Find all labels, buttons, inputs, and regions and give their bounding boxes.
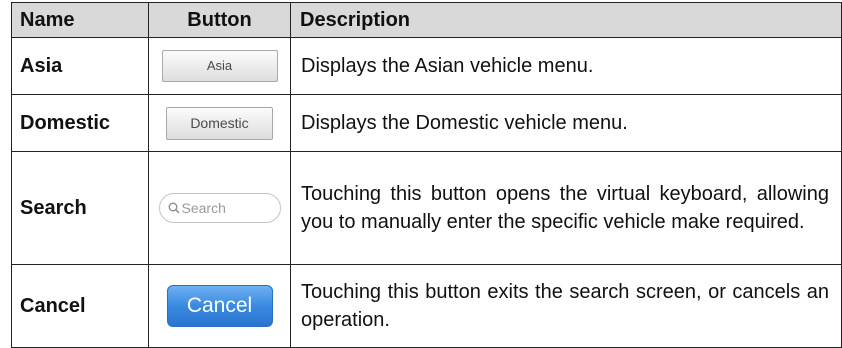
domestic-button[interactable]: Domestic [166, 106, 273, 140]
row-name-search: Search [11, 151, 149, 265]
table-row: Search Search Touching this button opens… [11, 151, 842, 265]
row-description: Touching this button opens the virtual k… [290, 151, 842, 265]
search-button[interactable]: Search [158, 193, 281, 223]
row-name-domestic: Domestic [11, 94, 149, 152]
table-header-row: Name Button Description [11, 2, 842, 38]
button-description-table: Name Button Description Asia Asia Displa… [11, 2, 842, 348]
search-button-label: Search [181, 200, 226, 216]
row-button-cell: Asia [148, 37, 291, 95]
cancel-button[interactable]: Cancel [166, 285, 273, 327]
table-row: Cancel Cancel Touching this button exits… [11, 264, 842, 348]
table-row: Asia Asia Displays the Asian vehicle men… [11, 37, 842, 95]
search-icon [168, 202, 179, 214]
asia-button[interactable]: Asia [161, 50, 278, 82]
header-button: Button [148, 2, 291, 38]
row-button-cell: Domestic [148, 94, 291, 152]
row-name-cancel: Cancel [11, 264, 149, 348]
row-button-cell: Cancel [148, 264, 291, 348]
row-name-asia: Asia [11, 37, 149, 95]
row-description: Displays the Domestic vehicle menu. [290, 94, 842, 152]
table-row: Domestic Domestic Displays the Domestic … [11, 94, 842, 152]
row-button-cell: Search [148, 151, 291, 265]
header-description: Description [290, 2, 842, 38]
header-name: Name [11, 2, 149, 38]
row-description: Touching this button exits the search sc… [290, 264, 842, 348]
row-description: Displays the Asian vehicle menu. [290, 37, 842, 95]
